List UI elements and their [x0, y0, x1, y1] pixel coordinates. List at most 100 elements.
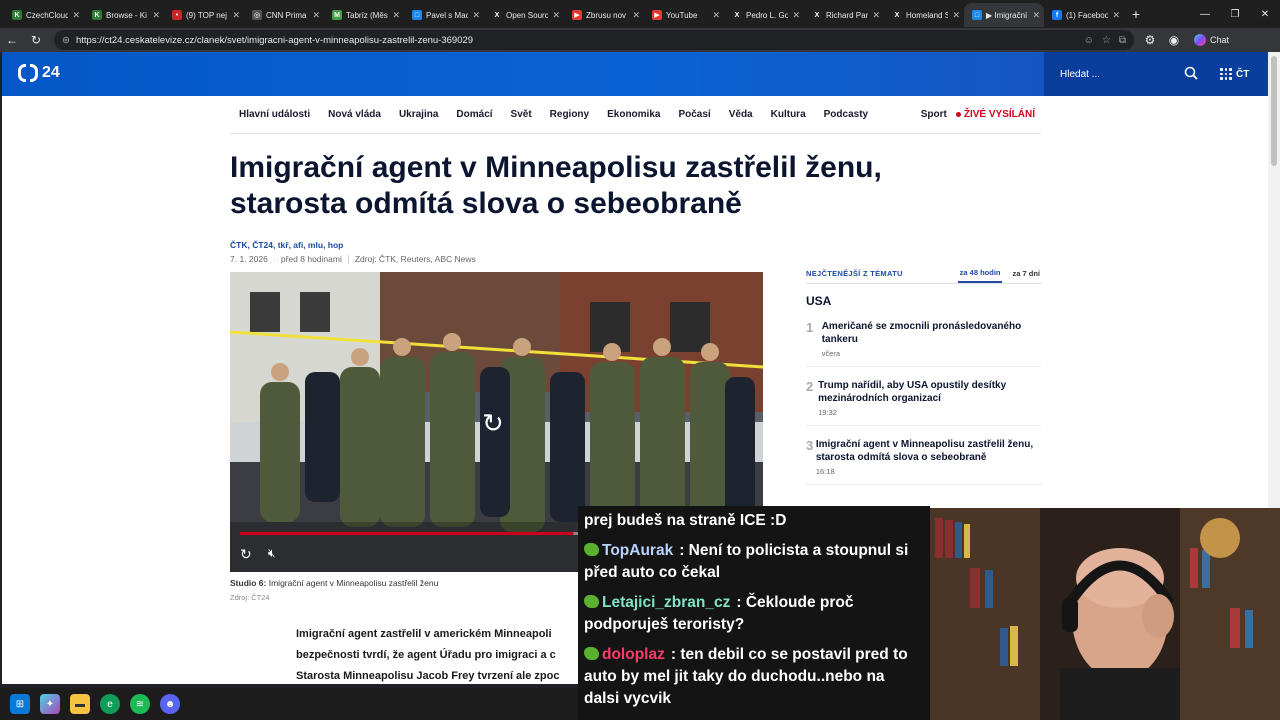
- most-read-item[interactable]: 3 Imigrační agent v Minneapolisu zastřeli…: [806, 438, 1042, 485]
- address-bar[interactable]: ⊜ https://ct24.ceskatelevize.cz/clanek/s…: [54, 30, 1134, 50]
- browser-tab[interactable]: □ ▶ Imigrační ✕: [964, 3, 1044, 27]
- tab-close-icon[interactable]: ✕: [152, 10, 160, 21]
- copilot-icon[interactable]: ✦: [40, 694, 60, 714]
- file-explorer-icon[interactable]: ▬: [70, 694, 90, 714]
- tab-close-icon[interactable]: ✕: [1032, 10, 1040, 21]
- browser-tab[interactable]: □ Pavel s Mac ✕: [404, 3, 484, 27]
- nav-item[interactable]: Hlavní události: [239, 109, 310, 120]
- nav-item[interactable]: Nová vláda: [328, 109, 381, 120]
- spotify-icon[interactable]: ≋: [130, 694, 150, 714]
- live-label: ŽIVÉ VYSÍLÁNÍ: [963, 109, 1035, 120]
- tab-close-icon[interactable]: ✕: [792, 10, 800, 21]
- browser-tab[interactable]: K CzechCloud ✕: [4, 3, 84, 27]
- minimize-icon[interactable]: —: [1190, 0, 1220, 28]
- browser-tabstrip: K CzechCloud ✕ K Browse - Ki ✕ • (9) TOP nej ✕ ◎ C…: [0, 0, 1280, 28]
- browser-tab[interactable]: ◎ CNN Prima ✕: [244, 3, 324, 27]
- nav-item[interactable]: Ukrajina: [399, 109, 438, 120]
- ct-menu-button[interactable]: ČT: [1220, 68, 1249, 80]
- tab-close-icon[interactable]: ✕: [312, 10, 320, 21]
- browser-tab[interactable]: X Richard Pari ✕: [804, 3, 884, 27]
- reload-icon[interactable]: ↻: [24, 28, 48, 52]
- extensions-puzzle-icon[interactable]: ⚙: [1138, 28, 1162, 52]
- browser-tab[interactable]: • (9) TOP nej ✕: [164, 3, 244, 27]
- tab-close-icon[interactable]: ✕: [72, 10, 80, 21]
- tab-favicon-icon: □: [972, 10, 982, 20]
- nav-item-sport[interactable]: Sport: [921, 109, 947, 120]
- nav-item[interactable]: Regiony: [550, 109, 589, 120]
- video-progress-bar[interactable]: [240, 532, 574, 535]
- close-window-icon[interactable]: ✕: [1250, 0, 1280, 28]
- most-read-rank: 1: [806, 320, 814, 335]
- nav-item[interactable]: Svět: [511, 109, 532, 120]
- ct24-logo[interactable]: 24: [18, 64, 60, 82]
- read-mode-icon[interactable]: ☺: [1084, 35, 1094, 46]
- article-headline: Imigrační agent v Minneapolisu zastřelil…: [230, 151, 882, 220]
- chat-button[interactable]: Chat: [1194, 34, 1229, 46]
- tab-close-icon[interactable]: ✕: [472, 10, 480, 21]
- tab-close-icon[interactable]: ✕: [872, 10, 880, 21]
- most-read-item[interactable]: 1 Američané se zmocnili pronásledovaného …: [806, 320, 1042, 367]
- tab-title: Homeland S: [906, 10, 949, 20]
- restore-icon[interactable]: ❐: [1220, 0, 1250, 28]
- replay-center-icon[interactable]: ↻: [482, 408, 504, 439]
- browser-tab[interactable]: M Tabríz (Měs ✕: [324, 3, 404, 27]
- most-read-item[interactable]: 2 Trump nařídil, aby USA opustily desítky…: [806, 379, 1042, 426]
- nav-item[interactable]: Kultura: [771, 109, 806, 120]
- back-icon[interactable]: ←: [0, 28, 24, 52]
- tab-close-icon[interactable]: ✕: [632, 10, 640, 21]
- chat-badge-icon: [584, 595, 599, 608]
- profile-avatar[interactable]: ◉: [1162, 28, 1186, 52]
- mute-icon[interactable]: 🔇︎: [268, 546, 276, 561]
- apps-grid-icon: [1220, 68, 1232, 80]
- chat-username[interactable]: doloplaz: [602, 646, 665, 663]
- meta-divider: [347, 254, 349, 264]
- nav-item[interactable]: Podcasty: [824, 109, 868, 120]
- chat-username[interactable]: TopAurak: [602, 542, 673, 559]
- browser-tab[interactable]: X Homeland S ✕: [884, 3, 964, 27]
- tab-close-icon[interactable]: ✕: [1112, 10, 1120, 21]
- nav-item[interactable]: Věda: [729, 109, 753, 120]
- windows-start-icon[interactable]: ⊞: [10, 694, 30, 714]
- edge-icon[interactable]: e: [100, 694, 120, 714]
- tab-close-icon[interactable]: ✕: [712, 10, 720, 21]
- search-icon[interactable]: [1184, 66, 1198, 83]
- url-text: https://ct24.ceskatelevize.cz/clanek/sve…: [75, 34, 474, 46]
- extensions-icon[interactable]: ⧉: [1119, 35, 1126, 46]
- tab-title: Richard Pari: [826, 10, 869, 20]
- tab-close-icon[interactable]: ✕: [552, 10, 560, 21]
- nav-item[interactable]: Domácí: [456, 109, 492, 120]
- nav-item[interactable]: Ekonomika: [607, 109, 660, 120]
- discord-icon[interactable]: ☻: [160, 694, 180, 714]
- new-tab-button[interactable]: +: [1124, 6, 1148, 22]
- tab-7-days[interactable]: za 7 dní: [1010, 265, 1042, 282]
- article-body: Imigrační agent zastřelil v americkém Mi…: [296, 624, 596, 684]
- chat-username[interactable]: Letajici_zbran_cz: [602, 594, 730, 611]
- browser-tab[interactable]: K Browse - Ki ✕: [84, 3, 164, 27]
- webcam-image: [930, 508, 1280, 720]
- site-header: 24 Hledat ... ČT: [2, 52, 1268, 96]
- tab-close-icon[interactable]: ✕: [232, 10, 240, 21]
- browser-tab[interactable]: ▶ Zbrusu nov ✕: [564, 3, 644, 27]
- search-input[interactable]: Hledat ...: [1060, 69, 1170, 80]
- browser-tab[interactable]: ▶ YouTube ✕: [644, 3, 724, 27]
- browser-tab[interactable]: X Pedro L. Go ✕: [724, 3, 804, 27]
- chat-colon: :: [679, 542, 689, 559]
- scrollbar-thumb[interactable]: [1271, 56, 1277, 166]
- webcam-overlay: [930, 508, 1280, 720]
- live-broadcast-link[interactable]: ŽIVÉ VYSÍLÁNÍ: [955, 109, 1035, 120]
- browser-tab[interactable]: f (1) Faceboo ✕: [1044, 3, 1124, 27]
- browser-tab[interactable]: X Open Sourc ✕: [484, 3, 564, 27]
- nav-item[interactable]: Počasí: [678, 109, 710, 120]
- most-read-label: NEJČTENĚJŠÍ Z TÉMATU: [806, 269, 903, 278]
- caption-prefix: Studio 6:: [230, 578, 267, 588]
- article-authors[interactable]: ČTK, ČT24, tkř, afi, mlu, hop: [230, 240, 343, 250]
- bookmark-star-icon[interactable]: ☆: [1102, 35, 1111, 46]
- tab-48-hours[interactable]: za 48 hodin: [957, 264, 1003, 283]
- tab-favicon-icon: □: [412, 10, 422, 20]
- ct-menu-label: ČT: [1236, 68, 1250, 80]
- chat-message: TopAurak: Není to policista a stoupnul s…: [584, 540, 924, 584]
- tab-close-icon[interactable]: ✕: [392, 10, 400, 21]
- site-info-icon[interactable]: ⊜: [62, 35, 70, 46]
- tab-close-icon[interactable]: ✕: [952, 10, 960, 21]
- replay-icon[interactable]: ↻: [240, 546, 252, 563]
